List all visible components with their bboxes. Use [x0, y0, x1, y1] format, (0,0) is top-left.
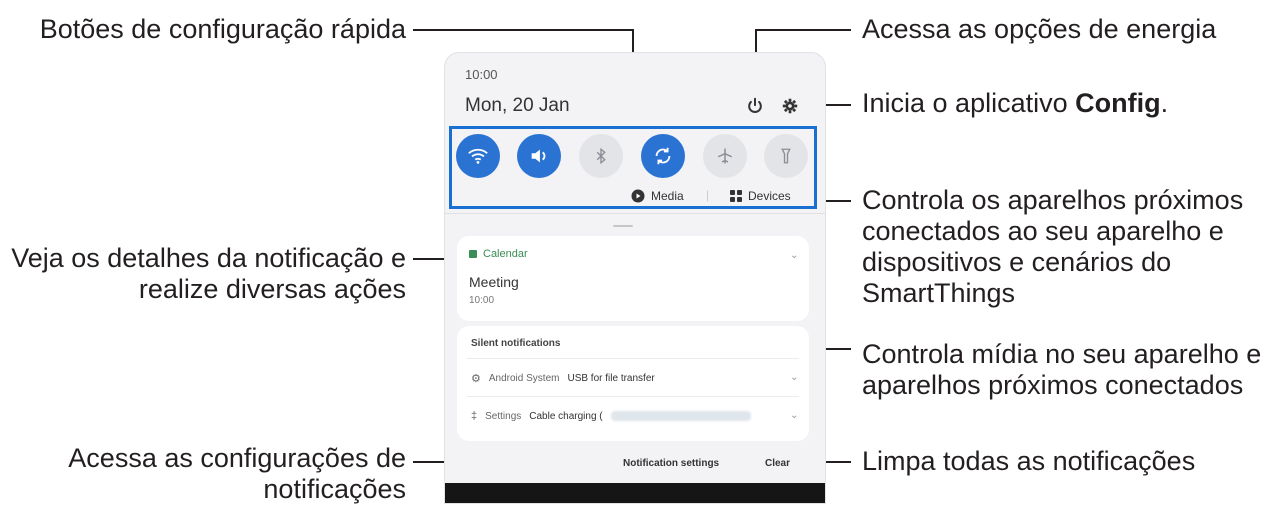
expand-chevron-icon[interactable]: ⌄ — [790, 410, 798, 421]
status-time: 10:00 — [465, 67, 498, 82]
drag-handle[interactable] — [613, 225, 633, 227]
list-item-app: Settings — [485, 410, 522, 422]
notification-title: Meeting — [469, 274, 519, 290]
media-button[interactable]: Media — [631, 189, 684, 203]
bottom-bar — [445, 483, 825, 503]
callout-config-bold: Config — [1075, 88, 1161, 118]
callout-config: Inicia o aplicativo Config. — [862, 88, 1168, 119]
callout-config-prefix: Inicia o aplicativo — [862, 88, 1076, 118]
shade-divider — [445, 213, 825, 214]
android-icon: ⚙ — [471, 373, 481, 385]
notification-app: Calendar — [469, 248, 528, 260]
expand-chevron-icon[interactable]: ⌄ — [790, 250, 798, 261]
date-label: Mon, 20 Jan — [465, 95, 570, 116]
calendar-icon — [469, 250, 477, 258]
charging-icon: ‡ — [471, 410, 478, 422]
callout-quick-buttons: Botões de configuração rápida — [39, 14, 406, 44]
blurred-content — [610, 411, 751, 421]
wifi-icon[interactable] — [456, 134, 500, 178]
callout-notification-details: Veja os detalhes da notificação e realiz… — [11, 243, 406, 305]
silent-divider — [467, 396, 799, 397]
callout-devices-line-1: Controla os aparelhos próximos — [862, 185, 1244, 215]
airplane-icon[interactable] — [703, 134, 747, 178]
sound-icon[interactable] — [517, 134, 561, 178]
silent-divider — [467, 358, 799, 359]
devices-button[interactable]: Devices — [730, 189, 791, 203]
callout-devices-line-3: dispositivos e cenários do — [862, 247, 1172, 277]
callout-media: Controla mídia no seu aparelho e aparelh… — [862, 339, 1261, 401]
expand-chevron-icon[interactable]: ⌄ — [790, 372, 798, 383]
leader-quick-h — [413, 29, 633, 31]
callout-media-line-2: aparelhos próximos conectados — [862, 370, 1244, 400]
devices-label: Devices — [748, 189, 791, 203]
notification-time: 10:00 — [469, 295, 495, 306]
clear-button[interactable]: Clear — [765, 458, 790, 469]
callout-media-line-1: Controla mídia no seu aparelho e — [862, 339, 1262, 369]
flashlight-icon[interactable] — [764, 134, 808, 178]
bluetooth-icon[interactable] — [579, 134, 623, 178]
callout-devices-line-2: conectados ao seu aparelho e — [862, 216, 1224, 246]
leader-power-h — [755, 29, 851, 31]
callout-notification-details-line-2: realize diversas ações — [138, 274, 406, 304]
callout-power-options: Acessa as opções de energia — [862, 14, 1217, 44]
power-icon[interactable] — [744, 95, 766, 117]
gear-icon[interactable] — [779, 95, 801, 117]
silent-notifications-header: Silent notifications — [471, 338, 561, 349]
list-item-text: USB for file transfer — [567, 373, 655, 384]
media-label: Media — [651, 189, 684, 203]
auto-rotate-icon[interactable] — [641, 134, 685, 178]
callout-notification-settings-line-1: Acessa as configurações de — [68, 443, 406, 473]
silent-notifications-card: Silent notifications ⚙ Android System US… — [457, 326, 809, 441]
notification-app-label: Calendar — [483, 248, 528, 260]
callout-notification-details-line-1: Veja os detalhes da notificação e — [11, 243, 406, 273]
list-item-text: Cable charging ( — [529, 410, 603, 422]
list-item[interactable]: ⚙ Android System USB for file transfer — [471, 372, 655, 385]
callout-notification-settings: Acessa as configurações de notificações — [68, 443, 406, 505]
callout-notification-settings-line-2: notificações — [263, 474, 406, 504]
media-icon — [631, 189, 645, 203]
callout-devices: Controla os aparelhos próximos conectado… — [862, 185, 1243, 309]
callout-devices-line-4: SmartThings — [862, 278, 1016, 308]
media-devices-separator: | — [706, 188, 710, 202]
list-item-app: Android System — [488, 373, 560, 384]
callout-config-suffix: . — [1160, 88, 1169, 118]
notification-card[interactable]: Calendar ⌄ Meeting 10:00 — [457, 236, 809, 321]
callout-clear-all: Limpa todas as notificações — [862, 446, 1196, 476]
notification-panel: 10:00 Mon, 20 Jan Media | Devices Calend… — [445, 53, 825, 503]
notification-settings-button[interactable]: Notification settings — [623, 458, 719, 469]
list-item[interactable]: ‡ Settings Cable charging ( — [471, 410, 751, 422]
devices-icon — [730, 190, 742, 202]
